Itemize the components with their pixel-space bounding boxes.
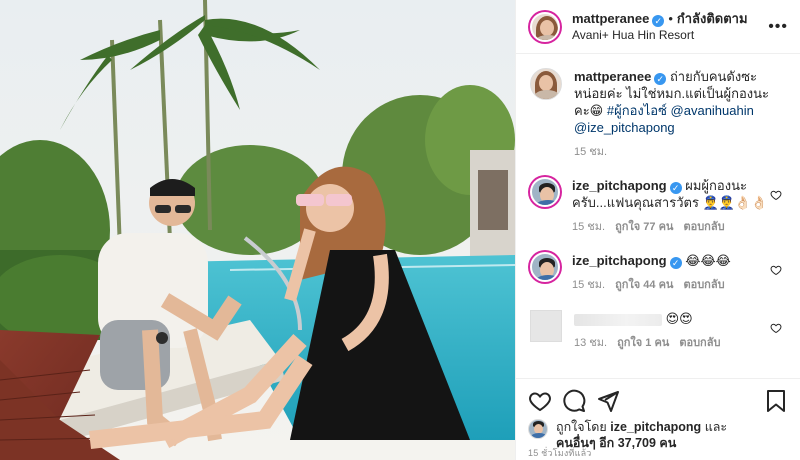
likes-others[interactable]: คนอื่นๆ อีก 37,709 คน	[556, 436, 676, 450]
reply-button[interactable]: ตอบกลับ	[679, 335, 720, 352]
likes-summary: ถูกใจโดย ize_pitchapong และ คนอื่นๆ อีก …	[528, 419, 788, 451]
comment-like-heart-icon[interactable]	[770, 264, 782, 276]
commenter-avatar-blurred[interactable]	[530, 310, 562, 342]
comment-item: ize_pitchapong ✓ ผมผู้กองนะครับ...แฟนคุณส…	[530, 177, 788, 236]
comment-like-heart-icon[interactable]	[770, 322, 782, 334]
reply-button[interactable]: ตอบกลับ	[683, 277, 724, 294]
location-link[interactable]: Avani+ Hua Hin Resort	[572, 27, 768, 43]
comment-time[interactable]: 15 ชม.	[572, 219, 605, 236]
verified-icon: ✓	[669, 257, 682, 269]
comment-likes[interactable]: ถูกใจ 77 คน	[615, 219, 673, 236]
comment-likes[interactable]: ถูกใจ 1 คน	[617, 335, 669, 352]
post-image	[0, 0, 515, 460]
comment-meta: 15 ชม. ถูกใจ 44 คน ตอบกลับ	[572, 277, 772, 294]
avatar-body	[531, 433, 547, 438]
verified-icon: ✓	[669, 182, 682, 194]
comment-meta: 13 ชม. ถูกใจ 1 คน ตอบกลับ	[574, 335, 772, 352]
instagram-post: mattperanee ✓ • กำลังติดตาม Avani+ Hua Hin …	[0, 0, 800, 460]
mention-link-ize[interactable]: @ize_pitchapong	[574, 120, 675, 135]
post-photo[interactable]	[0, 0, 515, 460]
likes-and: และ	[704, 420, 728, 434]
separator-dot: •	[668, 10, 673, 26]
avatar-face	[540, 19, 554, 36]
comment-meta: 15 ชม. ถูกใจ 77 คน ตอบกลับ	[572, 219, 772, 236]
header-text: mattperanee ✓ • กำลังติดตาม Avani+ Hua Hin …	[572, 11, 768, 43]
author-username[interactable]: mattperanee	[572, 11, 649, 26]
avatar-body	[535, 200, 558, 205]
comment-icon[interactable]	[562, 389, 586, 413]
comment-body: ize_pitchapong ✓ ผมผู้กองนะครับ...แฟนคุณส…	[572, 177, 788, 236]
likes-prefix: ถูกใจโดย	[556, 420, 607, 434]
comment-like-heart-icon[interactable]	[770, 189, 782, 201]
likes-text: ถูกใจโดย ize_pitchapong และ คนอื่นๆ อีก …	[556, 419, 727, 451]
liker-username[interactable]: ize_pitchapong	[610, 420, 701, 434]
bookmark-icon[interactable]	[764, 389, 788, 413]
reply-button[interactable]: ตอบกลับ	[683, 219, 724, 236]
author-avatar[interactable]	[530, 11, 560, 42]
caption-body: mattperanee ✓ ถ่ายกับคนดังซะหน่อยค่ะ ไม่ใ…	[574, 68, 788, 161]
hashtag-link[interactable]: #ผู้กองไอซ์	[607, 103, 667, 118]
more-options-icon[interactable]: •••	[768, 18, 788, 36]
avatar-body	[534, 90, 560, 99]
commenter-avatar[interactable]	[530, 252, 560, 282]
comment-body: ize_pitchapong ✓ 😂😂😂 15 ชม. ถูกใจ 44 คน ต…	[572, 252, 788, 294]
caption-avatar[interactable]	[530, 68, 562, 100]
verified-icon: ✓	[652, 14, 665, 27]
avatar-body	[535, 275, 558, 280]
comment-time[interactable]: 13 ชม.	[574, 335, 607, 352]
caption-meta: 15 ชม.	[574, 144, 772, 161]
caption: mattperanee ✓ ถ่ายกับคนดังซะหน่อยค่ะ ไม่ใ…	[530, 68, 788, 161]
comment-item: 😍😍 13 ชม. ถูกใจ 1 คน ตอบกลับ	[530, 310, 788, 352]
comment-text: 😂😂😂	[685, 253, 731, 268]
commenter-avatar[interactable]	[530, 177, 560, 207]
action-bar	[528, 387, 788, 415]
mention-link-avanihuahin[interactable]: @avanihuahin	[671, 103, 754, 118]
caption-time[interactable]: 15 ชม.	[574, 144, 607, 161]
caption-username[interactable]: mattperanee	[574, 69, 651, 84]
comments-list: mattperanee ✓ ถ่ายกับคนดังซะหน่อยค่ะ ไม่ใ…	[516, 54, 800, 378]
comment-text: 😍😍	[665, 311, 693, 326]
comment-item: ize_pitchapong ✓ 😂😂😂 15 ชม. ถูกใจ 44 คน ต…	[530, 252, 788, 294]
avatar-face	[539, 75, 553, 91]
post-actions: ถูกใจโดย ize_pitchapong และ คนอื่นๆ อีก …	[516, 378, 800, 450]
commenter-username-blurred[interactable]	[574, 313, 662, 326]
post-sidebar: mattperanee ✓ • กำลังติดตาม Avani+ Hua Hin …	[515, 0, 800, 460]
verified-icon: ✓	[654, 73, 667, 85]
comment-likes[interactable]: ถูกใจ 44 คน	[615, 277, 673, 294]
heart-icon[interactable]	[528, 389, 552, 413]
liker-avatar[interactable]	[528, 419, 548, 439]
share-icon[interactable]	[596, 389, 620, 413]
comment-username[interactable]: ize_pitchapong	[572, 178, 667, 193]
follow-status-button[interactable]: กำลังติดตาม	[677, 11, 748, 26]
comment-username[interactable]: ize_pitchapong	[572, 253, 667, 268]
comment-time[interactable]: 15 ชม.	[572, 277, 605, 294]
comment-body: 😍😍 13 ชม. ถูกใจ 1 คน ตอบกลับ	[574, 310, 788, 352]
post-header: mattperanee ✓ • กำลังติดตาม Avani+ Hua Hin …	[516, 0, 800, 54]
